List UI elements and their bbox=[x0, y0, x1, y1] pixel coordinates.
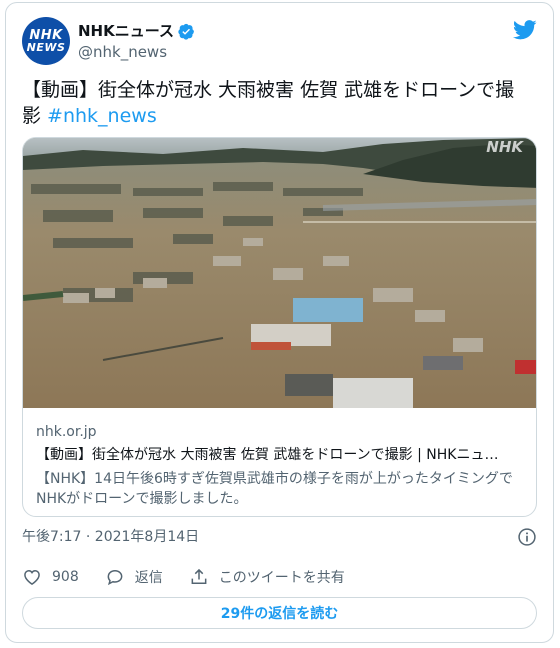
flood-drone-photo[interactable]: NHK bbox=[23, 138, 537, 408]
like-count: 908 bbox=[52, 569, 79, 585]
read-replies-button[interactable]: 29件の返信を読む bbox=[22, 597, 537, 629]
reply-button[interactable]: 返信 bbox=[105, 567, 163, 587]
reply-bubble-icon bbox=[107, 569, 123, 586]
tweet-timestamp[interactable]: 午後7:17 · 2021年8月14日 bbox=[22, 527, 199, 547]
tweet-card[interactable]: NHK NEWS NHKニュース @nhk_news 【動画】街全体が冠水 大雨… bbox=[5, 2, 554, 643]
link-description: 【NHK】14日午後6時すぎ佐賀県武雄市の様子を雨が上がったタイミングでNHKが… bbox=[36, 471, 513, 507]
avatar-line2: NEWS bbox=[26, 40, 66, 54]
tweet-header: NHK NEWS NHKニュース @nhk_news bbox=[22, 17, 537, 65]
author-display-name[interactable]: NHKニュース bbox=[78, 21, 174, 41]
reply-label: 返信 bbox=[134, 570, 163, 586]
twitter-bird-icon[interactable] bbox=[513, 19, 537, 41]
share-icon bbox=[191, 568, 207, 584]
nhk-watermark: NHK bbox=[486, 138, 524, 156]
share-label: このツイートを共有 bbox=[218, 570, 345, 586]
author-name-row: NHKニュース bbox=[78, 21, 195, 41]
share-button[interactable]: このツイートを共有 bbox=[189, 567, 345, 587]
link-meta: nhk.or.jp 【動画】街全体が冠水 大雨被害 佐賀 武雄をドローンで撮影 … bbox=[36, 422, 526, 509]
avatar[interactable]: NHK NEWS bbox=[22, 17, 70, 65]
tweet-actions: 908 返信 このツイートを共有 bbox=[22, 565, 371, 589]
tweet-text: 【動画】街全体が冠水 大雨被害 佐賀 武雄をドローンで撮影 #nhk_news bbox=[22, 77, 532, 129]
link-domain: nhk.or.jp bbox=[36, 424, 97, 440]
link-title[interactable]: 【動画】街全体が冠水 大雨被害 佐賀 武雄をドローンで撮影 | NHKニュ… bbox=[36, 445, 526, 465]
author-handle[interactable]: @nhk_news bbox=[78, 42, 195, 62]
heart-icon bbox=[24, 569, 40, 585]
author-block[interactable]: NHKニュース @nhk_news bbox=[78, 21, 195, 62]
hashtag-link[interactable]: #nhk_news bbox=[47, 105, 157, 127]
like-button[interactable]: 908 bbox=[22, 567, 79, 587]
avatar-line1: NHK bbox=[29, 27, 63, 43]
info-icon[interactable] bbox=[517, 527, 537, 547]
verified-badge-icon bbox=[178, 23, 194, 40]
link-preview-card[interactable]: NHK nhk.or.jp 【動画】街全体が冠水 大雨被害 佐賀 武雄をドローン… bbox=[22, 137, 537, 517]
